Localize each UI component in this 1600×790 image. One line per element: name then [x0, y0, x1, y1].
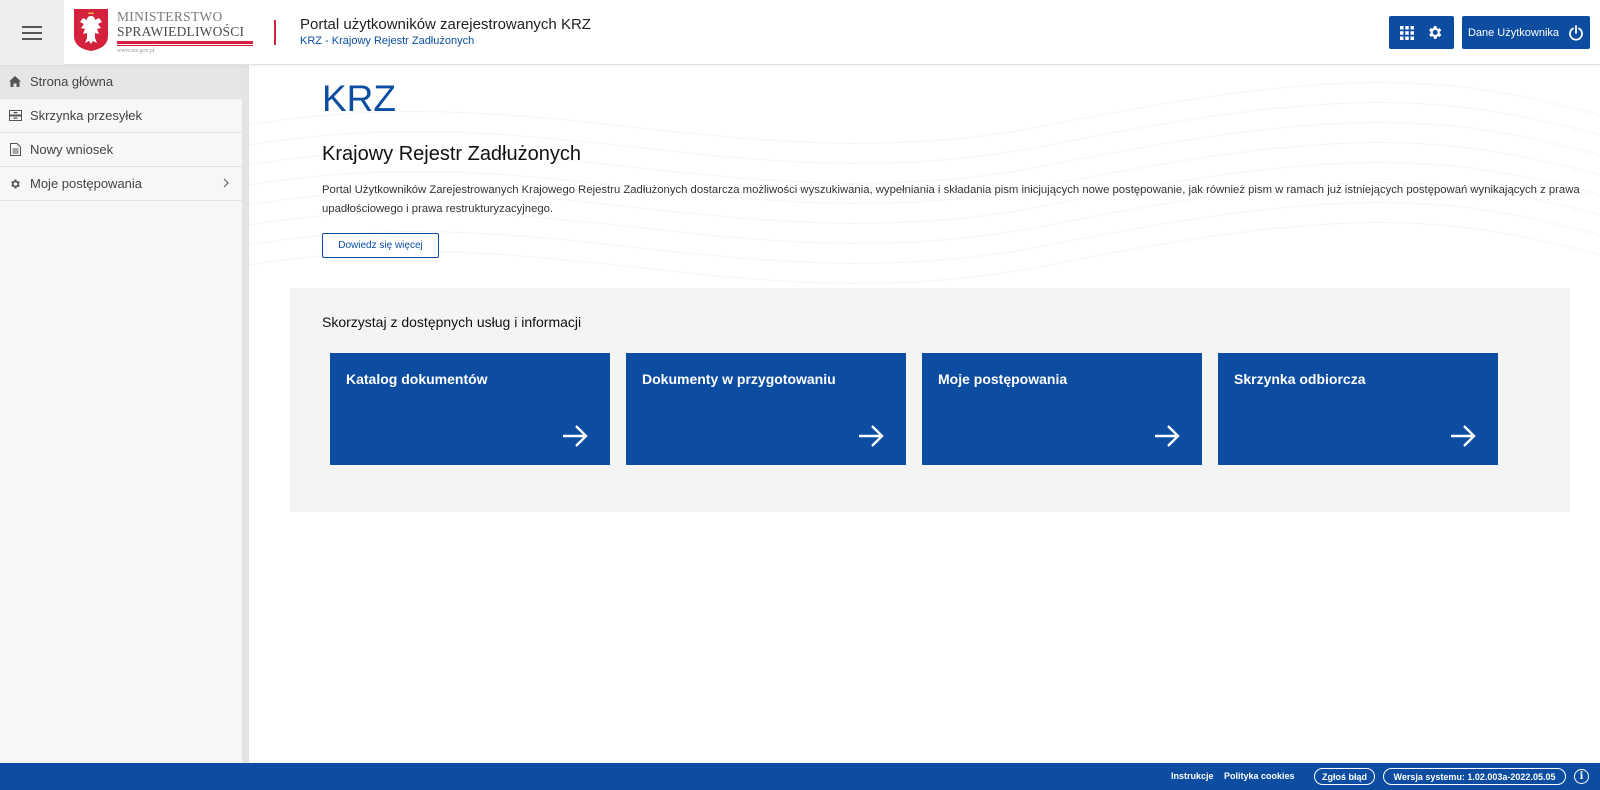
hamburger-line — [22, 31, 42, 34]
sidebar-item-my-proceedings[interactable]: Moje postępowania — [0, 167, 243, 201]
tile-label: Katalog dokumentów — [346, 371, 488, 387]
hamburger-line — [22, 37, 42, 40]
arrow-right-icon — [859, 425, 884, 447]
logo-wordmark: MINISTERSTWO SPRAWIEDLIWOŚCI www.ms.gov.… — [117, 8, 255, 58]
learn-more-button[interactable]: Dowiedz się więcej — [322, 233, 439, 258]
tile-document-catalog[interactable]: Katalog dokumentów — [330, 353, 610, 465]
hamburger-line — [22, 25, 42, 28]
sidebar-item-label: Strona główna — [30, 74, 114, 89]
home-icon — [8, 75, 22, 89]
report-bug-button[interactable]: Zgłoś błąd — [1314, 768, 1375, 785]
portal-title: Portal użytkowników zarejestrowanych KRZ — [300, 16, 591, 33]
gear-icon — [8, 177, 22, 191]
footer-bar: Instrukcje Polityka cookies Zgłoś błąd W… — [0, 763, 1600, 790]
arrow-right-icon — [1155, 425, 1180, 447]
menu-toggle-button[interactable] — [0, 0, 64, 65]
system-version-badge: Wersja systemu: 1.02.003a-2022.05.05 — [1383, 768, 1566, 785]
sidebar-item-label: Nowy wniosek — [30, 142, 114, 157]
tile-documents-in-preparation[interactable]: Dokumenty w przygotowaniu — [626, 353, 906, 465]
cookie-policy-link[interactable]: Polityka cookies — [1224, 771, 1295, 781]
logo-underline — [117, 41, 253, 44]
arrow-right-icon — [563, 425, 588, 447]
tile-label: Skrzynka odbiorcza — [1234, 371, 1366, 387]
user-data-button[interactable]: Dane Użytkownika — [1462, 16, 1590, 49]
sidebar-scrollbar[interactable] — [242, 65, 248, 763]
tile-my-proceedings[interactable]: Moje postępowania — [922, 353, 1202, 465]
tile-label: Moje postępowania — [938, 371, 1068, 387]
chevron-right-icon — [223, 178, 229, 188]
info-icon[interactable]: i — [1574, 769, 1589, 784]
user-button-label: Dane Użytkownika — [1467, 26, 1560, 39]
logo-line2: SPRAWIEDLIWOŚCI — [117, 24, 245, 39]
logo-underline-thin — [117, 45, 253, 46]
sidebar-item-label: Skrzynka przesyłek — [30, 108, 142, 123]
ministry-logo[interactable]: MINISTERSTWO SPRAWIEDLIWOŚCI www.ms.gov.… — [73, 8, 256, 58]
portal-subtitle: KRZ - Krajowy Rejestr Zadłużonych — [300, 35, 475, 47]
sidebar-item-label: Moje postępowania — [30, 176, 143, 191]
document-icon — [8, 143, 22, 157]
sidebar-item-new-application[interactable]: Nowy wniosek — [0, 133, 243, 167]
instructions-link[interactable]: Instrukcje — [1171, 771, 1214, 781]
services-panel: Skorzystaj z dostępnych usług i informac… — [290, 288, 1570, 512]
page-title: KRZ — [322, 78, 396, 119]
logo-url: www.ms.gov.pl — [117, 48, 155, 54]
tile-recipient-inbox[interactable]: Skrzynka odbiorcza — [1218, 353, 1498, 465]
sidebar-item-inbox[interactable]: Skrzynka przesyłek — [0, 99, 243, 133]
header-divider — [274, 20, 276, 45]
top-header: MINISTERSTWO SPRAWIEDLIWOŚCI www.ms.gov.… — [0, 0, 1600, 65]
arrow-right-icon — [1451, 425, 1476, 447]
services-title: Skorzystaj z dostępnych usług i informac… — [322, 314, 582, 330]
apps-settings-button[interactable] — [1389, 16, 1454, 49]
inbox-icon — [8, 109, 22, 123]
eagle-emblem-icon — [74, 9, 108, 51]
page-description: Portal Użytkowników Zarejestrowanych Kra… — [322, 184, 1580, 215]
tile-label: Dokumenty w przygotowaniu — [642, 371, 836, 387]
power-icon — [1569, 24, 1583, 41]
logo-line1: MINISTERSTWO — [117, 9, 223, 24]
sidebar-item-home[interactable]: Strona główna — [0, 65, 243, 99]
gear-icon — [1429, 26, 1442, 39]
sidebar-nav: Strona główna Skrzynka przesyłek Nowy wn… — [0, 65, 249, 763]
page-heading: Krajowy Rejestr Zadłużonych — [322, 143, 581, 165]
apps-grid-icon — [1400, 25, 1414, 40]
